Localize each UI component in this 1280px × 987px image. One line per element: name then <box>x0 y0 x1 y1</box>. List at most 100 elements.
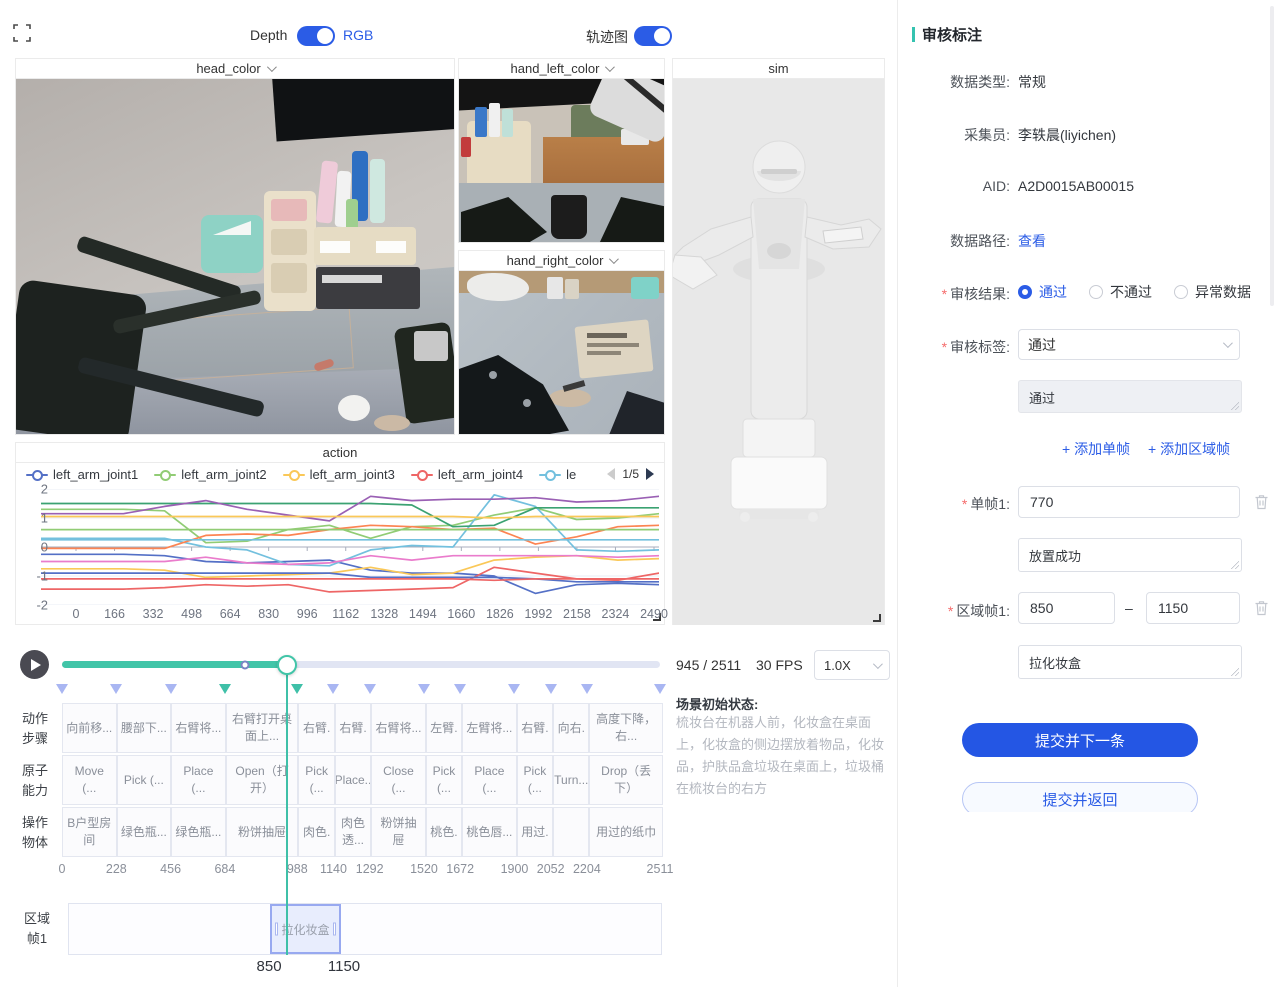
fullscreen-icon[interactable] <box>13 24 31 42</box>
review-tag-label: *审核标签: <box>890 337 1010 357</box>
step-cell[interactable]: 用过. <box>517 807 553 857</box>
frame-axis-tick: 1672 <box>446 862 474 876</box>
step-cell[interactable]: 右臂将... <box>171 703 226 753</box>
submit-next-button[interactable]: 提交并下一条 <box>962 723 1198 757</box>
segment-marker[interactable] <box>581 684 593 694</box>
step-cell[interactable]: 右臂. <box>517 703 553 753</box>
add-region-frame-link[interactable]: + 添加区域帧 <box>1148 439 1230 459</box>
step-cell[interactable]: Pick (... <box>426 755 462 805</box>
sim-resize-handle[interactable] <box>873 614 881 622</box>
hand-right-camera-panel: hand_right_color <box>458 250 665 435</box>
step-cell[interactable]: 桃色唇... <box>462 807 517 857</box>
step-cell[interactable]: 左臂. <box>426 703 462 753</box>
region-track[interactable]: 拉化妆盒 <box>68 903 662 955</box>
y-axis-tick: -2 <box>22 598 48 613</box>
review-result-label: *审核结果: <box>890 284 1010 304</box>
step-cell[interactable]: 绿色瓶... <box>171 807 226 857</box>
region-frame-note[interactable]: 拉化妆盒 <box>1018 645 1242 679</box>
segment-marker[interactable] <box>418 684 430 694</box>
region-frame-start-input[interactable]: 850 <box>1018 592 1115 624</box>
hand-left-camera-header[interactable]: hand_left_color <box>459 59 664 79</box>
step-cell[interactable]: Place (... <box>462 755 517 805</box>
keyframe-dot[interactable] <box>241 660 250 669</box>
play-button[interactable] <box>20 650 49 679</box>
frame-axis-tick: 1292 <box>356 862 384 876</box>
step-cell[interactable]: Place.. <box>335 755 371 805</box>
legend-next-icon[interactable] <box>646 468 654 480</box>
step-cell[interactable]: 腰部下... <box>117 703 172 753</box>
region-block-left-handle[interactable] <box>275 923 278 936</box>
panel-scrollbar[interactable] <box>1270 6 1274 306</box>
region-frame-end-input[interactable]: 1150 <box>1146 592 1240 624</box>
legend-item[interactable]: left_arm_joint2 <box>154 467 266 482</box>
resize-grip-icon[interactable] <box>1231 668 1239 676</box>
legend-item[interactable]: left_arm_joint4 <box>411 467 523 482</box>
step-cell[interactable]: 肉色. <box>298 807 334 857</box>
chevron-down-icon <box>873 659 883 669</box>
step-cell[interactable]: Close (... <box>371 755 426 805</box>
hand-right-camera-header[interactable]: hand_right_color <box>459 251 664 271</box>
legend-series-icon <box>539 471 561 479</box>
segment-marker[interactable] <box>56 684 68 694</box>
step-cell[interactable]: 左臂将... <box>462 703 517 753</box>
step-cell[interactable]: Pick (... <box>117 755 172 805</box>
delete-region-frame-icon[interactable] <box>1254 600 1269 616</box>
segment-marker[interactable] <box>508 684 520 694</box>
step-cell[interactable]: Turn... <box>553 755 589 805</box>
legend-item[interactable]: le <box>539 467 576 482</box>
legend-item[interactable]: left_arm_joint3 <box>283 467 395 482</box>
single-frame-input[interactable]: 770 <box>1018 486 1240 518</box>
legend-item[interactable]: left_arm_joint1 <box>26 467 138 482</box>
trajectory-toggle[interactable] <box>634 26 672 46</box>
segment-marker[interactable] <box>110 684 122 694</box>
step-cell[interactable]: Place (... <box>171 755 226 805</box>
step-cell[interactable]: 粉饼抽屉 <box>371 807 426 857</box>
submit-return-button[interactable]: 提交并返回 <box>962 782 1198 812</box>
segment-marker[interactable] <box>165 684 177 694</box>
step-cell[interactable]: 右臂将... <box>371 703 426 753</box>
segment-marker[interactable] <box>545 684 557 694</box>
step-cell[interactable]: 绿色瓶... <box>117 807 172 857</box>
timeline-slider-handle[interactable] <box>277 655 297 675</box>
review-result-option[interactable]: 异常数据 <box>1174 282 1251 302</box>
review-tag-select[interactable]: 通过 <box>1018 329 1240 360</box>
step-cell[interactable]: Move (... <box>62 755 117 805</box>
legend-prev-icon[interactable] <box>607 468 615 480</box>
resize-grip-icon[interactable] <box>1231 561 1239 569</box>
step-cell[interactable]: 向前移... <box>62 703 117 753</box>
step-cell[interactable] <box>553 807 589 857</box>
segment-marker[interactable] <box>364 684 376 694</box>
head-camera-header[interactable]: head_color <box>16 59 454 79</box>
resize-grip-icon[interactable] <box>1231 402 1239 410</box>
region-block-right-handle[interactable] <box>333 923 336 936</box>
add-single-frame-link[interactable]: + 添加单帧 <box>1062 439 1130 459</box>
depth-rgb-toggle[interactable] <box>297 26 335 46</box>
segment-marker[interactable] <box>291 684 303 694</box>
review-tag-note[interactable]: 通过 <box>1018 380 1242 413</box>
review-result-radio-group: 通过 不通过 异常数据 <box>1018 282 1251 302</box>
segment-marker[interactable] <box>219 684 231 694</box>
step-cell[interactable]: B户型房间 <box>62 807 117 857</box>
chart-plot-area <box>41 489 659 605</box>
review-result-option[interactable]: 通过 <box>1018 282 1067 302</box>
step-cell[interactable]: 桃色. <box>426 807 462 857</box>
data-path-view-link[interactable]: 查看 <box>1018 231 1046 251</box>
step-cell[interactable]: Drop（丢下） <box>589 755 662 805</box>
review-result-option[interactable]: 不通过 <box>1089 282 1152 302</box>
step-cell[interactable]: 右臂. <box>335 703 371 753</box>
segment-marker[interactable] <box>327 684 339 694</box>
speed-select[interactable]: 1.0X <box>814 650 890 680</box>
step-cell[interactable]: 高度下降，右... <box>589 703 662 753</box>
delete-single-frame-icon[interactable] <box>1254 494 1269 510</box>
region-block[interactable]: 拉化妆盒 <box>270 904 341 954</box>
step-cell[interactable]: 肉色透... <box>335 807 371 857</box>
segment-marker[interactable] <box>454 684 466 694</box>
step-cell[interactable]: 向右. <box>553 703 589 753</box>
segment-marker[interactable] <box>654 684 666 694</box>
legend-pagination: 1/5 <box>607 467 654 481</box>
step-cell[interactable]: Pick (... <box>517 755 553 805</box>
single-frame-note[interactable]: 放置成功 <box>1018 538 1242 572</box>
step-cell[interactable]: 右臂. <box>298 703 334 753</box>
step-cell[interactable]: Pick (... <box>298 755 334 805</box>
step-cell[interactable]: 用过的纸巾 <box>589 807 662 857</box>
